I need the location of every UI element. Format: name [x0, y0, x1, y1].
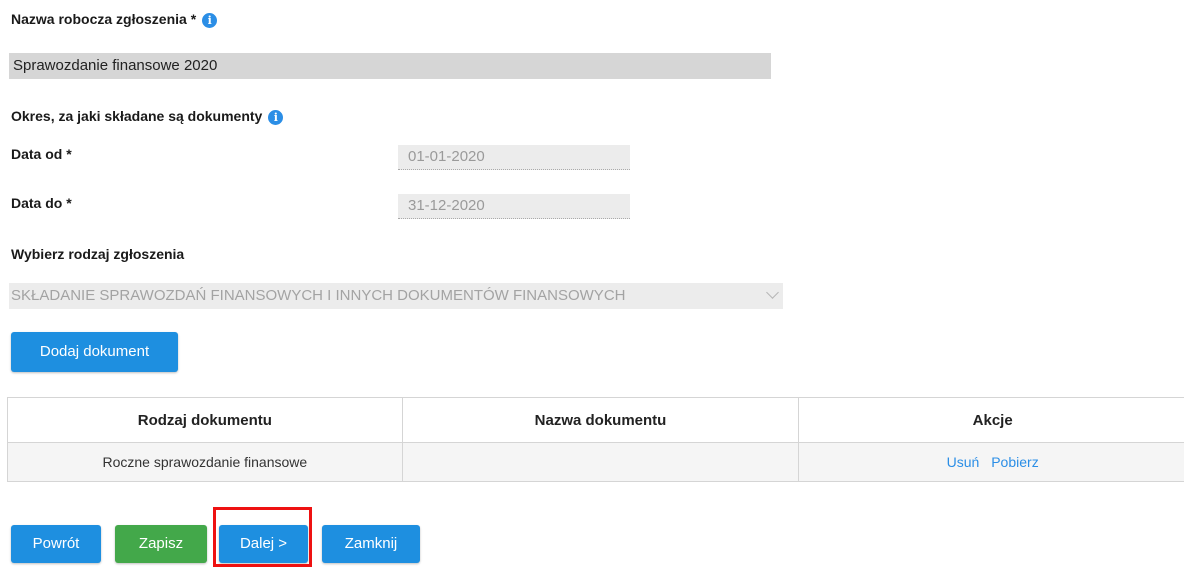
type-label: Wybierz rodzaj zgłoszenia	[11, 246, 184, 262]
draft-name-label: Nazwa robocza zgłoszenia *	[11, 11, 196, 27]
column-header-actions: Akcje	[799, 398, 1184, 443]
table-row: Roczne sprawozdanie finansowe Usuń Pobie…	[8, 443, 1184, 482]
actions-cell: Usuń Pobierz	[799, 443, 1184, 482]
type-select-value: SKŁADANIE SPRAWOZDAŃ FINANSOWYCH I INNYC…	[11, 287, 625, 304]
period-label-row: Okres, za jaki składane są dokumenty i	[11, 108, 283, 125]
draft-name-label-row: Nazwa robocza zgłoszenia * i	[11, 11, 217, 28]
date-from-field[interactable]: 01-01-2020	[398, 145, 630, 170]
table-header-row: Rodzaj dokumentu Nazwa dokumentu Akcje	[8, 398, 1184, 443]
draft-name-field[interactable]: Sprawozdanie finansowe 2020	[9, 53, 771, 79]
date-from-value: 01-01-2020	[408, 148, 485, 165]
type-select[interactable]: SKŁADANIE SPRAWOZDAŃ FINANSOWYCH I INNYC…	[9, 283, 783, 309]
date-to-label: Data do *	[11, 195, 72, 211]
save-button[interactable]: Zapisz	[115, 525, 207, 563]
add-document-button[interactable]: Dodaj dokument	[11, 332, 178, 372]
delete-link[interactable]: Usuń	[947, 454, 980, 470]
draft-name-value: Sprawozdanie finansowe 2020	[13, 57, 217, 74]
documents-table: Rodzaj dokumentu Nazwa dokumentu Akcje R…	[7, 397, 1184, 482]
download-link[interactable]: Pobierz	[991, 454, 1038, 470]
date-from-label: Data od *	[11, 146, 72, 162]
date-to-field[interactable]: 31-12-2020	[398, 194, 630, 219]
period-label: Okres, za jaki składane są dokumenty	[11, 108, 262, 124]
document-type-cell: Roczne sprawozdanie finansowe	[8, 443, 403, 482]
date-to-value: 31-12-2020	[408, 197, 485, 214]
column-header-type: Rodzaj dokumentu	[8, 398, 403, 443]
chevron-down-icon	[766, 286, 779, 299]
column-header-name: Nazwa dokumentu	[402, 398, 799, 443]
info-icon[interactable]: i	[202, 13, 217, 28]
info-icon[interactable]: i	[268, 110, 283, 125]
back-button[interactable]: Powrót	[11, 525, 101, 563]
next-button[interactable]: Dalej >	[219, 525, 308, 563]
document-name-cell	[402, 443, 799, 482]
close-button[interactable]: Zamknij	[322, 525, 420, 563]
